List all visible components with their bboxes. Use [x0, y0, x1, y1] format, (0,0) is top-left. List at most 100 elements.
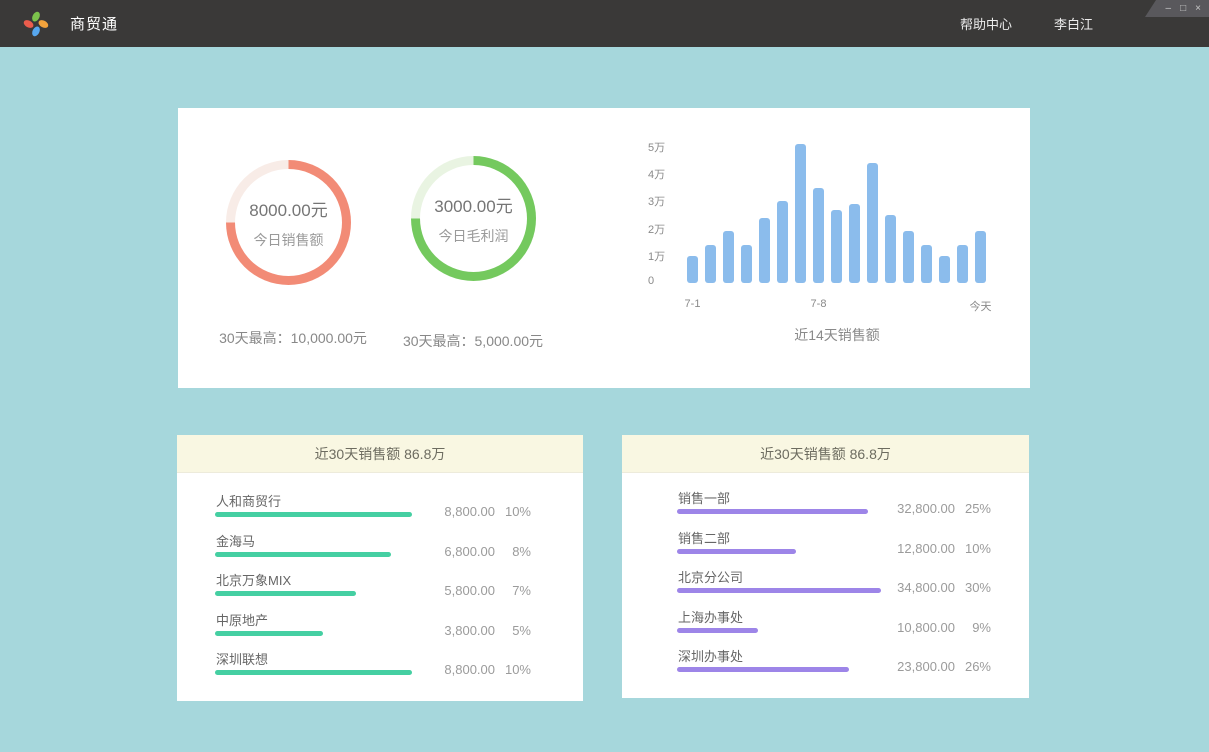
list-item-progress-bar: [215, 512, 412, 517]
customers-card-title: 近30天销售额 86.8万: [177, 435, 583, 473]
list-item-name: 中原地产: [216, 610, 268, 629]
list-item-values: 3,800.005%: [423, 623, 531, 638]
customers-list: 人和商贸行8,800.0010%金海马6,800.008%北京万象MIX5,80…: [177, 473, 583, 689]
list-item-name: 上海办事处: [678, 607, 743, 626]
chart-bar: [795, 144, 806, 283]
list-item-name: 金海马: [216, 531, 255, 550]
today-profit-ring-center: 3000.00元 今日毛利润: [420, 165, 527, 272]
list-item-percent: 7%: [495, 583, 531, 598]
list-item-values: 8,800.0010%: [423, 504, 531, 519]
list-item-amount: 23,800.00: [883, 659, 955, 674]
app-logo-icon: [22, 10, 50, 38]
close-button[interactable]: ×: [1195, 4, 1201, 14]
chart-caption: 近14天销售额: [687, 325, 987, 345]
list-item-percent: 10%: [955, 541, 991, 556]
list-item-progress-bar: [677, 588, 881, 593]
sales-14d-bar-chart: 5万 4万 3万 2万 1万 0 7-1 7-8 今天 近14天销售额: [648, 108, 1018, 388]
departments-card-title: 近30天销售额 86.8万: [622, 435, 1029, 473]
list-item-name: 人和商贸行: [216, 491, 281, 510]
list-item-amount: 8,800.00: [423, 504, 495, 519]
list-item-progress-bar: [215, 591, 356, 596]
overview-card: 8000.00元 今日销售额 30天最高：10,000.00元 3000.00元…: [178, 108, 1030, 388]
chart-bar: [921, 245, 932, 283]
chart-bar: [867, 163, 878, 283]
list-item-name: 销售二部: [678, 528, 730, 547]
chart-bar: [777, 201, 788, 283]
list-item: 北京万象MIX 5,800.007%: [215, 570, 531, 610]
today-sales-ring-center: 8000.00元 今日销售额: [235, 169, 342, 276]
list-item-percent: 8%: [495, 544, 531, 559]
user-menu[interactable]: 李白江: [1054, 14, 1093, 33]
list-item-percent: 10%: [495, 662, 531, 677]
customers-card: 近30天销售额 86.8万 人和商贸行8,800.0010%金海马6,800.0…: [177, 435, 583, 701]
list-item-amount: 6,800.00: [423, 544, 495, 559]
chart-bar: [849, 204, 860, 283]
list-item-progress-bar: [215, 552, 391, 557]
today-profit-ring: 3000.00元 今日毛利润: [411, 156, 536, 281]
list-item-percent: 5%: [495, 623, 531, 638]
today-profit-label: 今日毛利润: [439, 226, 509, 246]
list-item-values: 8,800.0010%: [423, 662, 531, 677]
list-item-amount: 5,800.00: [423, 583, 495, 598]
today-sales-ring: 8000.00元 今日销售额: [226, 160, 351, 285]
list-item: 销售一部32,800.0025%: [677, 488, 991, 528]
list-item-amount: 10,800.00: [883, 620, 955, 635]
chart-bar: [687, 256, 698, 283]
maximize-button[interactable]: □: [1180, 4, 1186, 14]
list-item-amount: 3,800.00: [423, 623, 495, 638]
chart-bar: [831, 210, 842, 283]
y-axis-tick: 4万: [648, 166, 665, 182]
list-item-progress-bar: [677, 509, 868, 514]
list-item-amount: 34,800.00: [883, 580, 955, 595]
list-item-values: 32,800.0025%: [883, 501, 991, 516]
list-item-name: 深圳联想: [216, 649, 268, 668]
list-item-name: 深圳办事处: [678, 646, 743, 665]
x-axis-label: 7-8: [811, 298, 827, 310]
departments-list: 销售一部32,800.0025%销售二部 12,800.0010% 北京分公司 34,…: [622, 473, 1029, 686]
today-profit-value: 3000.00元: [434, 192, 512, 217]
y-axis-tick: 1万: [648, 248, 665, 264]
minimize-button[interactable]: –: [1166, 4, 1172, 14]
window-controls: – □ ×: [1145, 0, 1209, 17]
chart-bar: [885, 215, 896, 283]
list-item-percent: 9%: [955, 620, 991, 635]
chart-bar: [723, 231, 734, 283]
list-item: 深圳办事处 23,800.0026%: [677, 646, 991, 686]
titlebar-menu: 帮助中心 李白江: [960, 14, 1093, 33]
bar-series: [687, 108, 986, 283]
dashboard-page: 8000.00元 今日销售额 30天最高：10,000.00元 3000.00元…: [0, 47, 1209, 752]
y-axis-tick: 0: [648, 275, 654, 287]
list-item-progress-bar: [677, 549, 796, 554]
y-axis-tick: 2万: [648, 221, 665, 237]
y-axis-tick: 3万: [648, 193, 665, 209]
today-sales-label: 今日销售额: [254, 230, 324, 250]
list-item-percent: 25%: [955, 501, 991, 516]
list-item-amount: 32,800.00: [883, 501, 955, 516]
list-item: 人和商贸行 8,800.0010%: [215, 491, 531, 531]
brand: 商贸通: [22, 10, 118, 38]
list-item-name: 北京分公司: [678, 567, 743, 586]
list-item-name: 北京万象MIX: [216, 570, 291, 589]
today-sales-value: 8000.00元: [249, 196, 327, 221]
list-item-values: 12,800.0010%: [883, 541, 991, 556]
list-item-amount: 12,800.00: [883, 541, 955, 556]
titlebar: 商贸通 帮助中心 李白江 – □ ×: [0, 0, 1209, 47]
list-item-values: 34,800.0030%: [883, 580, 991, 595]
list-item: 中原地产 3,800.005%: [215, 610, 531, 650]
list-item-progress-bar: [215, 670, 412, 675]
list-item-percent: 26%: [955, 659, 991, 674]
chart-bar: [813, 188, 824, 283]
chart-bar: [759, 218, 770, 283]
list-item: 销售二部 12,800.0010%: [677, 528, 991, 568]
x-axis-label: 7-1: [685, 298, 701, 310]
y-axis-tick: 5万: [648, 139, 665, 155]
chart-bar: [903, 231, 914, 283]
list-item-values: 10,800.009%: [883, 620, 991, 635]
help-center-link[interactable]: 帮助中心: [960, 14, 1012, 33]
x-axis-label: 今天: [970, 298, 992, 314]
chart-bar: [741, 245, 752, 283]
departments-card: 近30天销售额 86.8万 销售一部32,800.0025%销售二部 12,800…: [622, 435, 1029, 698]
list-item-progress-bar: [677, 667, 849, 672]
list-item-amount: 8,800.00: [423, 662, 495, 677]
list-item-percent: 30%: [955, 580, 991, 595]
